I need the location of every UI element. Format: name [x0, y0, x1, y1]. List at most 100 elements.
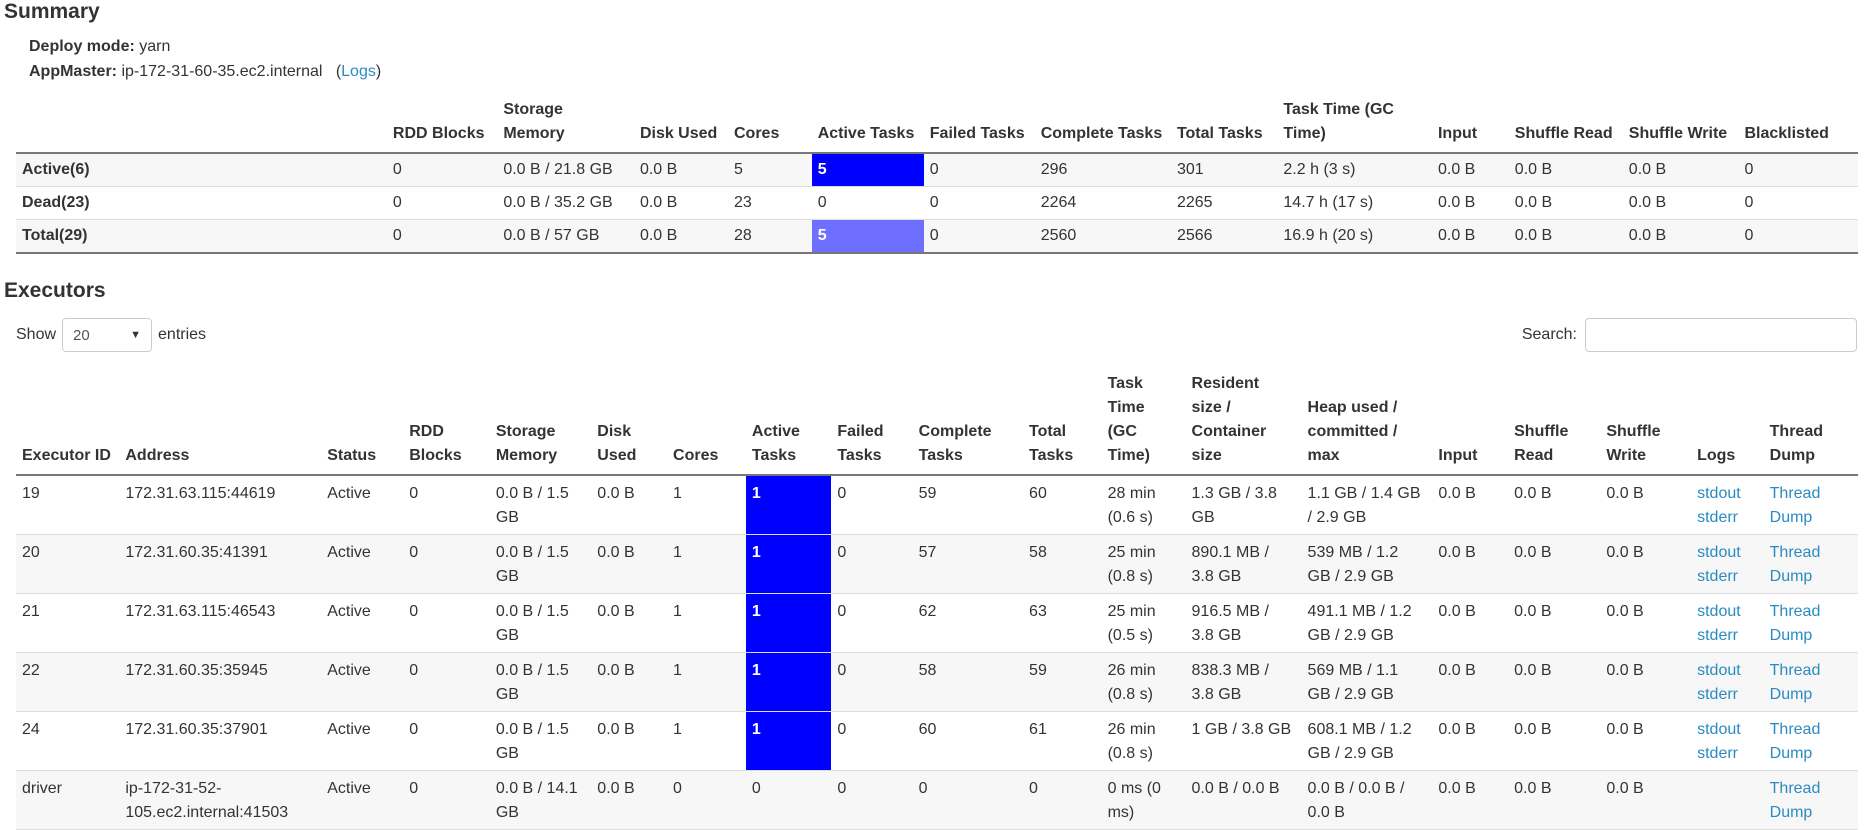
executors-col-header[interactable]: Shuffle Write [1600, 372, 1691, 475]
stdout-link[interactable]: stdout [1697, 485, 1741, 502]
summary-cell: 5 [811, 219, 924, 253]
executors-col-header[interactable]: Resident size / Container size [1186, 372, 1302, 475]
executor-complete-cell: 59 [918, 485, 937, 502]
executors-col-header[interactable]: Failed Tasks [831, 372, 912, 475]
summary-col-header[interactable]: Input [1432, 98, 1509, 153]
stderr-link[interactable]: stderr [1697, 568, 1738, 585]
stdout-link[interactable]: stdout [1697, 544, 1741, 561]
executors-col-header[interactable]: Storage Memory [490, 372, 591, 475]
summary-col-header[interactable]: RDD Blocks [387, 98, 497, 153]
thread-dump-cell: Thread Dump [1764, 712, 1858, 771]
summary-cell: 0.0 B [1628, 161, 1667, 178]
executors-col-header[interactable]: Status [321, 372, 403, 475]
executors-col-header[interactable]: Executor ID [16, 372, 119, 475]
executor-storage-cell: 0.0 B / 1.5 GB [495, 662, 569, 703]
summary-col-header[interactable]: Blacklisted [1738, 98, 1858, 153]
thread-dump-link[interactable]: Thread Dump [1770, 721, 1821, 762]
summary-cell: 2.2 h (3 s) [1283, 161, 1356, 178]
summary-col-header[interactable]: Active Tasks [812, 98, 924, 153]
summary-cell: 296 [1040, 161, 1068, 178]
executor-rdd-cell: 0 [409, 721, 419, 738]
entries-select[interactable]: 20 ▼ [62, 318, 153, 352]
thread-dump-link[interactable]: Thread Dump [1770, 603, 1821, 644]
executor-row: 22 172.31.60.35:35945 Active 0 0.0 B / 1.5 G… [16, 652, 1858, 712]
summary-cell: 0.0 B [639, 161, 678, 178]
summary-cell: 0 [1744, 161, 1754, 178]
thread-dump-link[interactable]: Thread Dump [1770, 780, 1821, 821]
executor-id-cell: 22 [22, 662, 40, 679]
appmaster-logs-link[interactable]: Logs [341, 63, 376, 80]
stderr-link[interactable]: stderr [1697, 686, 1738, 703]
executors-title: Executors [4, 279, 106, 302]
stderr-link[interactable]: stderr [1697, 627, 1738, 644]
executor-row: 20 172.31.60.35:41391 Active 0 0.0 B / 1.5 G… [16, 534, 1858, 594]
summary-col-header[interactable]: Complete Tasks [1035, 98, 1171, 153]
executor-tasktime-cell: 0 ms (0 ms) [1107, 780, 1161, 821]
thread-dump-link[interactable]: Thread Dump [1770, 485, 1821, 526]
summary-col-header[interactable]: Cores [728, 98, 812, 153]
executor-rdd-cell: 0 [409, 544, 419, 561]
summary-cell: 16.9 h (20 s) [1283, 227, 1374, 244]
executor-swrite-cell: 0.0 B [1606, 603, 1644, 620]
executors-col-header[interactable]: Active Tasks [746, 372, 831, 475]
executor-failed-cell: 0 [837, 603, 847, 620]
executor-complete-cell: 58 [918, 662, 937, 679]
executors-col-header[interactable]: Task Time (GC Time) [1102, 372, 1186, 475]
executor-complete-cell: 60 [918, 721, 937, 738]
executor-sread-cell: 0.0 B [1514, 780, 1552, 797]
stderr-link[interactable]: stderr [1697, 745, 1738, 762]
stdout-link[interactable]: stdout [1697, 603, 1741, 620]
executors-col-header[interactable]: Thread Dump [1764, 372, 1858, 475]
executor-status-cell: Active [327, 662, 371, 679]
summary-cell: 0.0 B / 35.2 GB [503, 194, 613, 211]
executors-col-header[interactable]: RDD Blocks [403, 372, 490, 475]
executors-col-header[interactable]: Complete Tasks [913, 372, 1023, 475]
thread-dump-link[interactable]: Thread Dump [1770, 662, 1821, 703]
executor-logs-cell: stdout stderr [1691, 475, 1764, 535]
executor-heap-cell: 491.1 MB / 1.2 GB / 2.9 GB [1307, 603, 1412, 644]
executors-col-header[interactable]: Heap used / committed / max [1302, 372, 1433, 475]
executor-cores-cell: 1 [673, 544, 682, 561]
stderr-link[interactable]: stderr [1697, 509, 1738, 526]
summary-row-label: Dead(23) [22, 194, 90, 211]
executor-input-cell: 0.0 B [1438, 485, 1476, 502]
summary-col-header[interactable]: Shuffle Read [1509, 98, 1623, 153]
executors-col-header[interactable]: Cores [667, 372, 746, 475]
executors-col-header[interactable]: Shuffle Read [1508, 372, 1600, 475]
summary-col-header[interactable]: Shuffle Write [1623, 98, 1739, 153]
executors-col-header[interactable]: Total Tasks [1023, 372, 1102, 475]
summary-col-header[interactable] [16, 98, 387, 153]
stdout-link[interactable]: stdout [1697, 662, 1741, 679]
executor-resident-cell: 916.5 MB / 3.8 GB [1191, 603, 1269, 644]
executor-failed-cell: 0 [837, 544, 847, 561]
executor-sread-cell: 0.0 B [1514, 485, 1552, 502]
summary-title: Summary [4, 0, 100, 23]
summary-table: RDD Blocks Storage Memory Disk Used Cores Ac… [16, 98, 1858, 254]
summary-cell: 2265 [1176, 194, 1213, 211]
executor-tasktime-cell: 25 min (0.5 s) [1107, 603, 1156, 644]
executor-address-cell: 172.31.63.115:46543 [125, 603, 276, 620]
executor-address-cell: 172.31.60.35:41391 [125, 544, 268, 561]
thread-dump-link[interactable]: Thread Dump [1770, 544, 1821, 585]
summary-cell: 5 [734, 161, 743, 178]
executor-resident-cell: 1 GB / 3.8 GB [1191, 721, 1292, 738]
thread-dump-cell: Thread Dump [1764, 653, 1858, 712]
summary-col-header[interactable]: Storage Memory [497, 98, 634, 153]
executors-col-header[interactable]: Disk Used [591, 372, 667, 475]
executors-col-header[interactable]: Input [1432, 372, 1508, 475]
stdout-link[interactable]: stdout [1697, 721, 1741, 738]
executors-col-header[interactable]: Address [119, 372, 321, 475]
summary-col-header[interactable]: Disk Used [634, 98, 728, 153]
executor-tasktime-cell: 26 min (0.8 s) [1107, 721, 1156, 762]
search-input[interactable] [1585, 318, 1857, 352]
summary-col-header[interactable]: Task Time (GC Time) [1277, 98, 1432, 153]
summary-cell: 0 [929, 194, 939, 211]
thread-dump-cell: Thread Dump [1764, 475, 1858, 535]
executor-cores-cell: 1 [673, 721, 682, 738]
summary-col-header[interactable]: Total Tasks [1171, 98, 1277, 153]
summary-col-header[interactable]: Failed Tasks [924, 98, 1035, 153]
summary-header-row: RDD Blocks Storage Memory Disk Used Cores Ac… [16, 98, 1858, 153]
thread-dump-cell: Thread Dump [1764, 594, 1858, 653]
executor-address-cell: 172.31.60.35:35945 [125, 662, 268, 679]
executors-col-header[interactable]: Logs [1691, 372, 1764, 475]
